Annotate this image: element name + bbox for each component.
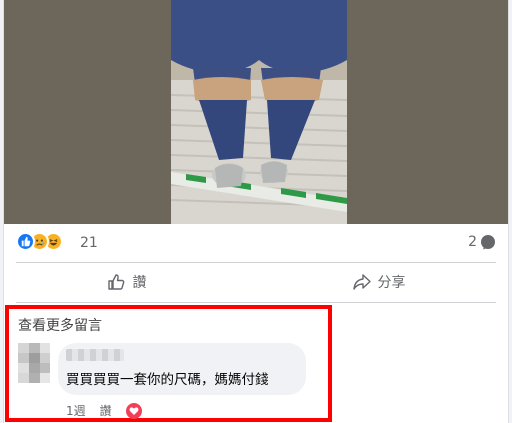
share-label: 分享 bbox=[377, 275, 406, 291]
share-icon bbox=[352, 274, 371, 290]
share-button[interactable]: 分享 bbox=[352, 262, 406, 302]
comment-count[interactable]: 2 bbox=[468, 234, 496, 250]
like-button[interactable]: 讚 bbox=[107, 262, 147, 302]
commenter-avatar[interactable] bbox=[18, 343, 50, 383]
comment-meta: 1週 讚 bbox=[66, 402, 142, 419]
like-icon bbox=[16, 232, 35, 251]
comment-bubble-icon bbox=[481, 235, 495, 250]
reaction-summary[interactable]: 21 2 bbox=[4, 224, 508, 262]
action-bar: 讚 分享 bbox=[4, 262, 508, 302]
comment-time[interactable]: 1週 bbox=[66, 402, 86, 419]
comment-bubble[interactable]: 買買買買一套你的尺碼，媽媽付錢 bbox=[58, 343, 306, 395]
view-more-comments-link[interactable]: 查看更多留言 bbox=[18, 315, 102, 335]
thumbs-up-icon bbox=[107, 274, 124, 290]
reaction-count[interactable]: 21 bbox=[80, 235, 98, 251]
divider-bottom bbox=[16, 302, 496, 303]
facebook-post-frame: 21 2 讚 分享 查看更多留言 買買買買一套你的尺碼，媽媽付錢 1週 讚 bbox=[0, 0, 512, 423]
comment-text: 買買買買一套你的尺碼，媽媽付錢 bbox=[66, 372, 269, 388]
post-photo[interactable] bbox=[171, 0, 347, 224]
commenter-name-redacted[interactable] bbox=[66, 349, 124, 361]
reaction-icons[interactable] bbox=[16, 232, 63, 254]
comment-like-button[interactable]: 讚 bbox=[100, 402, 112, 419]
post-media[interactable] bbox=[4, 0, 508, 224]
like-label: 讚 bbox=[132, 275, 147, 291]
comment-count-value: 2 bbox=[468, 234, 477, 250]
heart-icon[interactable] bbox=[125, 402, 142, 419]
